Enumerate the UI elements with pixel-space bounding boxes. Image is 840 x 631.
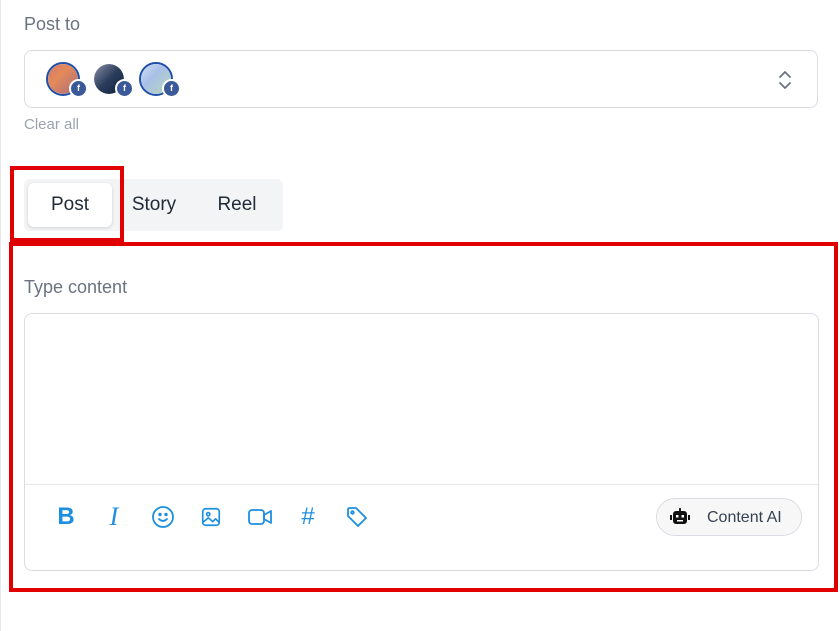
tag-icon[interactable] <box>343 503 371 531</box>
video-icon[interactable] <box>246 503 274 531</box>
hashtag-icon[interactable]: # <box>294 503 322 531</box>
content-textarea[interactable] <box>25 314 818 484</box>
italic-icon[interactable]: I <box>100 502 128 531</box>
emoji-icon[interactable] <box>149 503 177 531</box>
post-to-label: Post to <box>24 14 81 34</box>
content-ai-button[interactable]: Content AI <box>656 498 802 536</box>
image-icon[interactable] <box>197 503 225 531</box>
robot-icon <box>670 508 690 524</box>
post-composer: Post to f f f Clear all Post Story Reel … <box>0 0 840 631</box>
content-ai-label: Content AI <box>707 509 782 526</box>
facebook-icon: f <box>115 79 134 98</box>
tab-story[interactable]: Story <box>122 183 186 227</box>
content-editor: B I # Content AI <box>24 313 819 571</box>
editor-divider <box>25 484 818 485</box>
chevron-up-down-icon[interactable] <box>778 69 792 91</box>
post-type-tabs: Post Story Reel <box>24 179 283 231</box>
type-content-label: Type content <box>24 277 128 297</box>
facebook-icon: f <box>162 79 181 98</box>
tab-post[interactable]: Post <box>28 183 112 227</box>
facebook-icon: f <box>69 79 88 98</box>
tab-reel[interactable]: Reel <box>207 183 267 227</box>
account-selector[interactable]: f f f <box>24 50 818 108</box>
clear-all-link[interactable]: Clear all <box>24 116 79 133</box>
bold-icon[interactable]: B <box>52 503 80 531</box>
